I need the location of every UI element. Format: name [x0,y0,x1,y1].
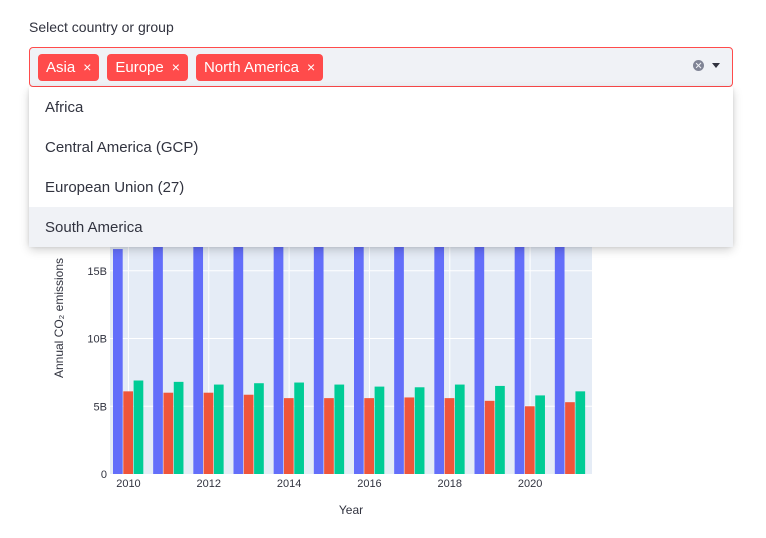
x-tick-label: 2018 [438,478,462,490]
emissions-chart: 0 5B 10B 15B 2010 2012 2014 2016 2018 2020 Annual… [0,0,766,538]
option-south-america[interactable]: South America [29,207,733,247]
x-tick-label: 2010 [116,478,140,490]
bar [404,397,415,474]
bar [173,381,184,474]
bar [193,232,204,474]
bar [394,226,404,474]
chart-svg: 0 5B 10B 15B 2010 2012 2014 2016 2018 2020 [87,200,592,490]
bar [273,230,284,474]
y-axis-title: Annual CO₂ emissions [52,257,66,379]
bar [495,385,505,474]
option-central-america-gcp[interactable]: Central America (GCP) [29,127,733,167]
bar [554,209,565,474]
x-tick-label: 2012 [197,478,221,490]
bar [374,386,385,474]
x-tick-label: 2016 [357,478,381,490]
bar [203,392,214,474]
bar [434,220,445,474]
y-tick-label: 0 [101,469,107,481]
option-european-union-27[interactable]: European Union (27) [29,167,733,207]
bar [524,406,535,474]
bar [565,402,575,474]
bar [123,391,133,474]
bar [233,231,244,474]
bar [514,223,525,474]
bar [243,394,254,474]
bar [444,398,455,474]
y-tick-label: 10B [87,334,107,346]
bar [334,384,345,474]
bar [535,395,545,474]
bar [324,398,334,474]
bar [153,236,163,474]
x-axis-title: Year [338,503,364,517]
bar [213,384,224,474]
bar [484,400,495,474]
bar [354,230,364,474]
bar [364,398,374,474]
y-tick-label: 15B [87,266,107,278]
bar [254,383,264,474]
bar [414,387,425,474]
bar [313,230,324,474]
y-tick-label: 5B [94,401,107,413]
bar [163,392,174,474]
x-tick-label: 2014 [277,478,301,490]
option-africa[interactable]: Africa [29,87,733,127]
x-tick-label: 2020 [518,478,542,490]
bar [283,398,294,474]
bar [294,382,304,474]
bar [575,391,586,474]
bar [474,216,485,475]
bar [113,249,123,474]
options-dropdown: Africa Central America (GCP) European Un… [29,87,733,247]
bar [454,384,465,474]
bar [133,380,144,474]
